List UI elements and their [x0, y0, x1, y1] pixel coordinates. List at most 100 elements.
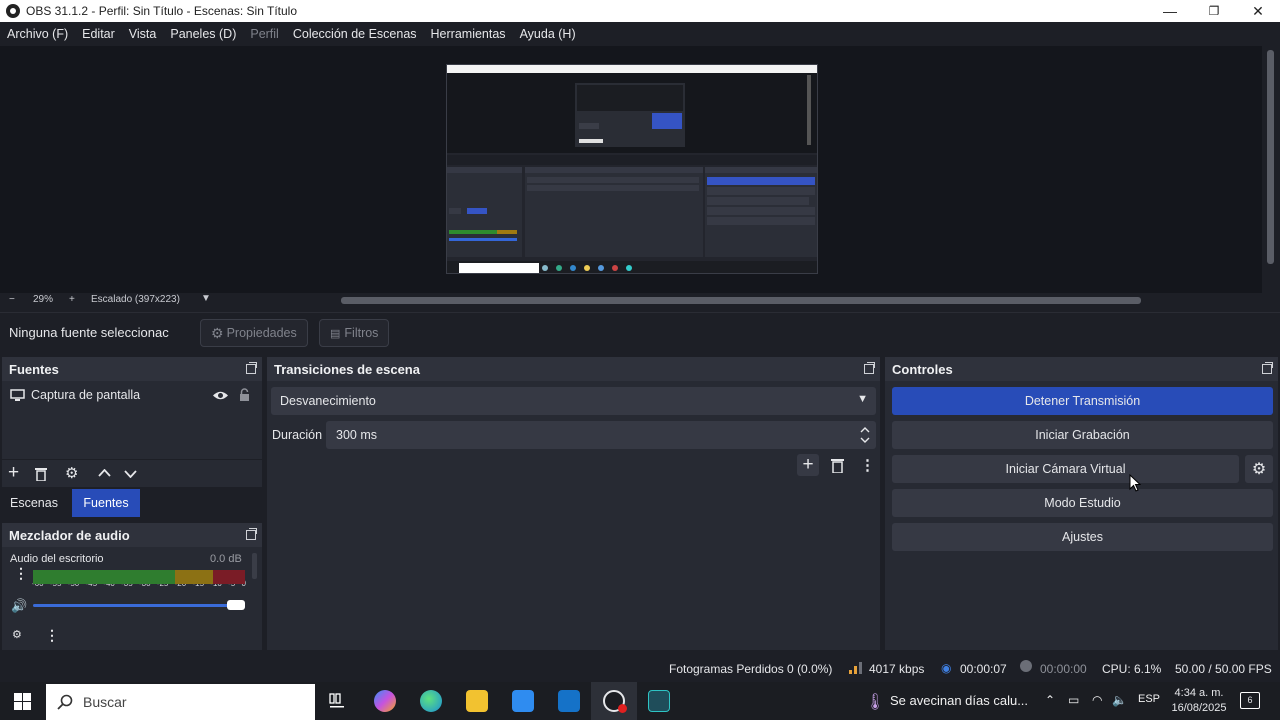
transition-selected-value: Desvanecimiento — [280, 394, 376, 408]
outlook-icon[interactable] — [558, 690, 580, 712]
task-view-icon[interactable] — [329, 693, 345, 709]
sources-title: Fuentes — [9, 362, 59, 377]
undock-icon[interactable] — [1262, 362, 1273, 374]
tab-scenes[interactable]: Escenas — [4, 489, 64, 517]
trash-icon[interactable] — [831, 458, 844, 473]
notifications-icon[interactable]: 6 — [1240, 692, 1260, 709]
mixer-title: Mezclador de audio — [9, 528, 130, 543]
cpu-usage: CPU: 6.1% — [1102, 662, 1162, 676]
recording-dot-icon — [618, 704, 627, 713]
undock-icon[interactable] — [864, 362, 875, 374]
zoom-out-button[interactable]: − — [9, 294, 15, 305]
eye-icon[interactable] — [212, 390, 229, 401]
language-indicator[interactable]: ESP — [1138, 693, 1160, 705]
mixer-level: 0.0 dB — [210, 553, 242, 565]
zoom-in-button[interactable]: + — [69, 294, 75, 305]
settings-button[interactable]: Ajustes — [892, 523, 1273, 551]
gear-icon: ⚙ — [211, 324, 224, 341]
preview-screen-capture-image — [446, 64, 818, 274]
chevron-down-icon[interactable] — [124, 470, 137, 478]
microsoft-store-icon[interactable] — [512, 690, 534, 712]
obs-taskbar-active[interactable] — [591, 682, 637, 720]
network-bars-icon — [849, 662, 862, 674]
lock-icon[interactable] — [239, 388, 250, 402]
dropdown-arrow-icon: ▼ — [857, 393, 868, 405]
undock-icon[interactable] — [246, 362, 257, 374]
start-recording-button[interactable]: Iniciar Grabación — [892, 421, 1273, 449]
duration-spinbox[interactable]: 300 ms — [326, 421, 876, 449]
source-settings-gear-icon[interactable]: ⚙ — [65, 464, 78, 482]
capcut-icon[interactable] — [648, 690, 670, 712]
transition-select[interactable]: Desvanecimiento ▼ — [271, 387, 876, 415]
speaker-icon[interactable]: 🔊 — [11, 598, 27, 614]
edge-browser-icon[interactable] — [420, 690, 442, 712]
obs-logo-icon — [6, 4, 20, 18]
clock-time: 4:34 a. m. — [1174, 687, 1224, 699]
stop-streaming-button[interactable]: Detener Transmisión — [892, 387, 1273, 415]
dropped-frames: Fotogramas Perdidos 0 (0.0%) — [669, 662, 833, 676]
duration-label: Duración — [272, 428, 323, 442]
menu-herramientas[interactable]: Herramientas — [431, 27, 506, 41]
spin-arrows-icon[interactable] — [860, 425, 870, 445]
sources-dock-title: Fuentes — [2, 357, 262, 381]
advanced-audio-icon[interactable]: ⚙ — [12, 628, 22, 641]
chevron-up-tray-icon[interactable]: ⌃ — [1045, 693, 1055, 707]
window-title: OBS 31.1.2 - Perfil: Sin Título - Escena… — [26, 4, 298, 18]
volume-slider-handle[interactable] — [227, 600, 245, 610]
add-source-icon[interactable]: + — [8, 462, 19, 484]
volume-tray-icon[interactable]: 🔈 — [1112, 693, 1127, 707]
battery-icon[interactable]: ▭ — [1068, 693, 1079, 707]
zoom-bar: − 29% + Escalado (397x223) ▼ — [0, 293, 1280, 309]
stream-time: 00:00:07 — [960, 662, 1007, 676]
close-button[interactable]: ✕ — [1236, 0, 1280, 22]
no-source-label: Ninguna fuente seleccionac — [9, 325, 169, 340]
menu-editar[interactable]: Editar — [82, 27, 115, 41]
preview-vertical-scrollbar[interactable] — [1262, 46, 1280, 293]
taskbar-search-box[interactable]: Buscar — [46, 684, 315, 720]
controls-title: Controles — [892, 362, 953, 377]
transitions-title: Transiciones de escena — [274, 362, 420, 377]
menu-paneles[interactable]: Paneles (D) — [170, 27, 236, 41]
menu-coleccion-escenas[interactable]: Colección de Escenas — [293, 27, 417, 41]
virtual-camera-settings-gear-icon[interactable]: ⚙ — [1245, 455, 1273, 483]
controls-dock: Controles Detener Transmisión Iniciar Gr… — [885, 357, 1278, 650]
weather-text[interactable]: Se avecinan días calu... — [890, 693, 1028, 708]
file-explorer-icon[interactable] — [466, 690, 488, 712]
menu-perfil[interactable]: Perfil — [250, 27, 278, 41]
properties-button[interactable]: ⚙ Propiedades — [200, 319, 308, 347]
menu-archivo[interactable]: Archivo (F) — [7, 27, 68, 41]
transitions-dock-title: Transiciones de escena — [267, 357, 880, 381]
undock-icon[interactable] — [246, 528, 257, 540]
scaling-dropdown-icon[interactable]: ▼ — [201, 293, 211, 304]
sources-dock: Fuentes Captura de pantalla + ⚙ — [2, 357, 262, 487]
studio-mode-button[interactable]: Modo Estudio — [892, 489, 1273, 517]
volume-slider[interactable] — [33, 604, 245, 607]
windows-start-icon[interactable] — [14, 693, 31, 710]
status-bar: Fotogramas Perdidos 0 (0.0%) 4017 kbps ◉… — [0, 654, 1280, 682]
mixer-menu-icon[interactable]: ⋮ — [14, 566, 28, 580]
mixer-options-menu-icon[interactable]: ⋮ — [45, 627, 59, 644]
audio-meter — [33, 570, 245, 584]
filter-icon: ▤ — [330, 327, 341, 340]
source-item[interactable]: Captura de pantalla — [10, 388, 140, 402]
source-item-label: Captura de pantalla — [31, 388, 141, 402]
transition-menu-icon[interactable]: ⋮ — [860, 456, 875, 474]
clock[interactable]: 4:34 a. m. 16/08/2025 — [1170, 686, 1228, 716]
maximize-button[interactable]: ❐ — [1192, 0, 1236, 22]
mixer-scrollbar[interactable] — [252, 553, 257, 579]
chevron-up-icon[interactable] — [98, 469, 111, 477]
preview-horizontal-scrollbar[interactable] — [341, 297, 1141, 304]
filters-button[interactable]: ▤ Filtros — [319, 319, 390, 347]
add-transition-icon[interactable]: + — [797, 454, 819, 476]
tab-sources[interactable]: Fuentes — [72, 489, 140, 517]
trash-icon[interactable] — [35, 467, 47, 481]
start-virtual-camera-button[interactable]: Iniciar Cámara Virtual — [892, 455, 1239, 483]
copilot-icon[interactable] — [374, 690, 396, 712]
clock-date: 16/08/2025 — [1171, 702, 1227, 714]
minimize-button[interactable]: — — [1148, 0, 1192, 22]
menu-ayuda[interactable]: Ayuda (H) — [520, 27, 576, 41]
notification-count: 6 — [1247, 695, 1253, 705]
wifi-icon[interactable]: ◠ — [1092, 693, 1102, 707]
menu-vista[interactable]: Vista — [129, 27, 157, 41]
streaming-icon: ◉ — [941, 661, 952, 675]
